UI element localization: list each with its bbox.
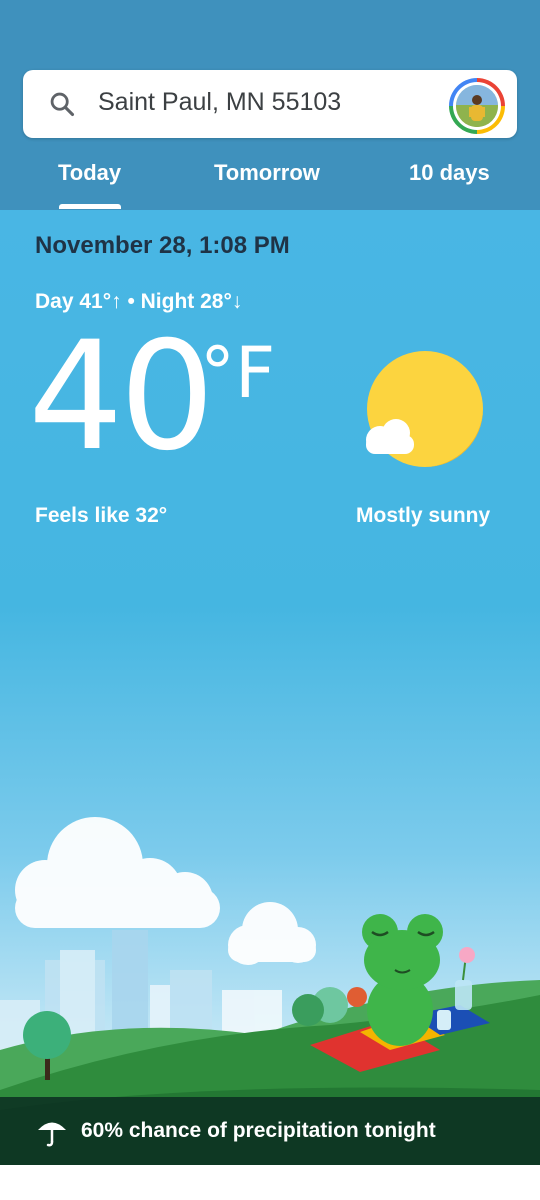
avatar-person-image	[456, 85, 498, 127]
tab-10-days[interactable]: 10 days	[409, 160, 490, 186]
umbrella-icon	[38, 1122, 66, 1147]
precipitation-text[interactable]: 60% chance of precipitation tonight	[81, 1119, 436, 1143]
avatar-ring-inner	[453, 82, 501, 130]
tab-tomorrow[interactable]: Tomorrow	[214, 160, 320, 186]
temperature-unit[interactable]: °F	[200, 338, 275, 408]
bottom-strip	[0, 1165, 540, 1200]
search-bar[interactable]: Saint Paul, MN 55103	[23, 70, 517, 138]
day-tabs: Today Tomorrow 10 days	[0, 150, 540, 210]
sun-cloud-icon	[366, 351, 483, 467]
account-avatar[interactable]	[449, 78, 505, 134]
precipitation-banner[interactable]: 60% chance of precipitation tonight	[0, 1097, 540, 1165]
tab-today[interactable]: Today	[58, 160, 121, 186]
condition-text: Mostly sunny	[356, 504, 491, 527]
selected-tab-indicator	[59, 204, 121, 209]
avatar-photo	[456, 85, 498, 127]
current-datetime: November 28, 1:08 PM	[35, 232, 290, 259]
current-temperature: 40	[28, 310, 215, 484]
search-location-text[interactable]: Saint Paul, MN 55103	[98, 88, 341, 117]
weather-app: Saint Paul, MN 55103 Today Tomorrow 10 d…	[0, 0, 540, 1200]
search-icon[interactable]	[48, 90, 76, 118]
feels-like: Feels like 32°	[35, 504, 168, 527]
